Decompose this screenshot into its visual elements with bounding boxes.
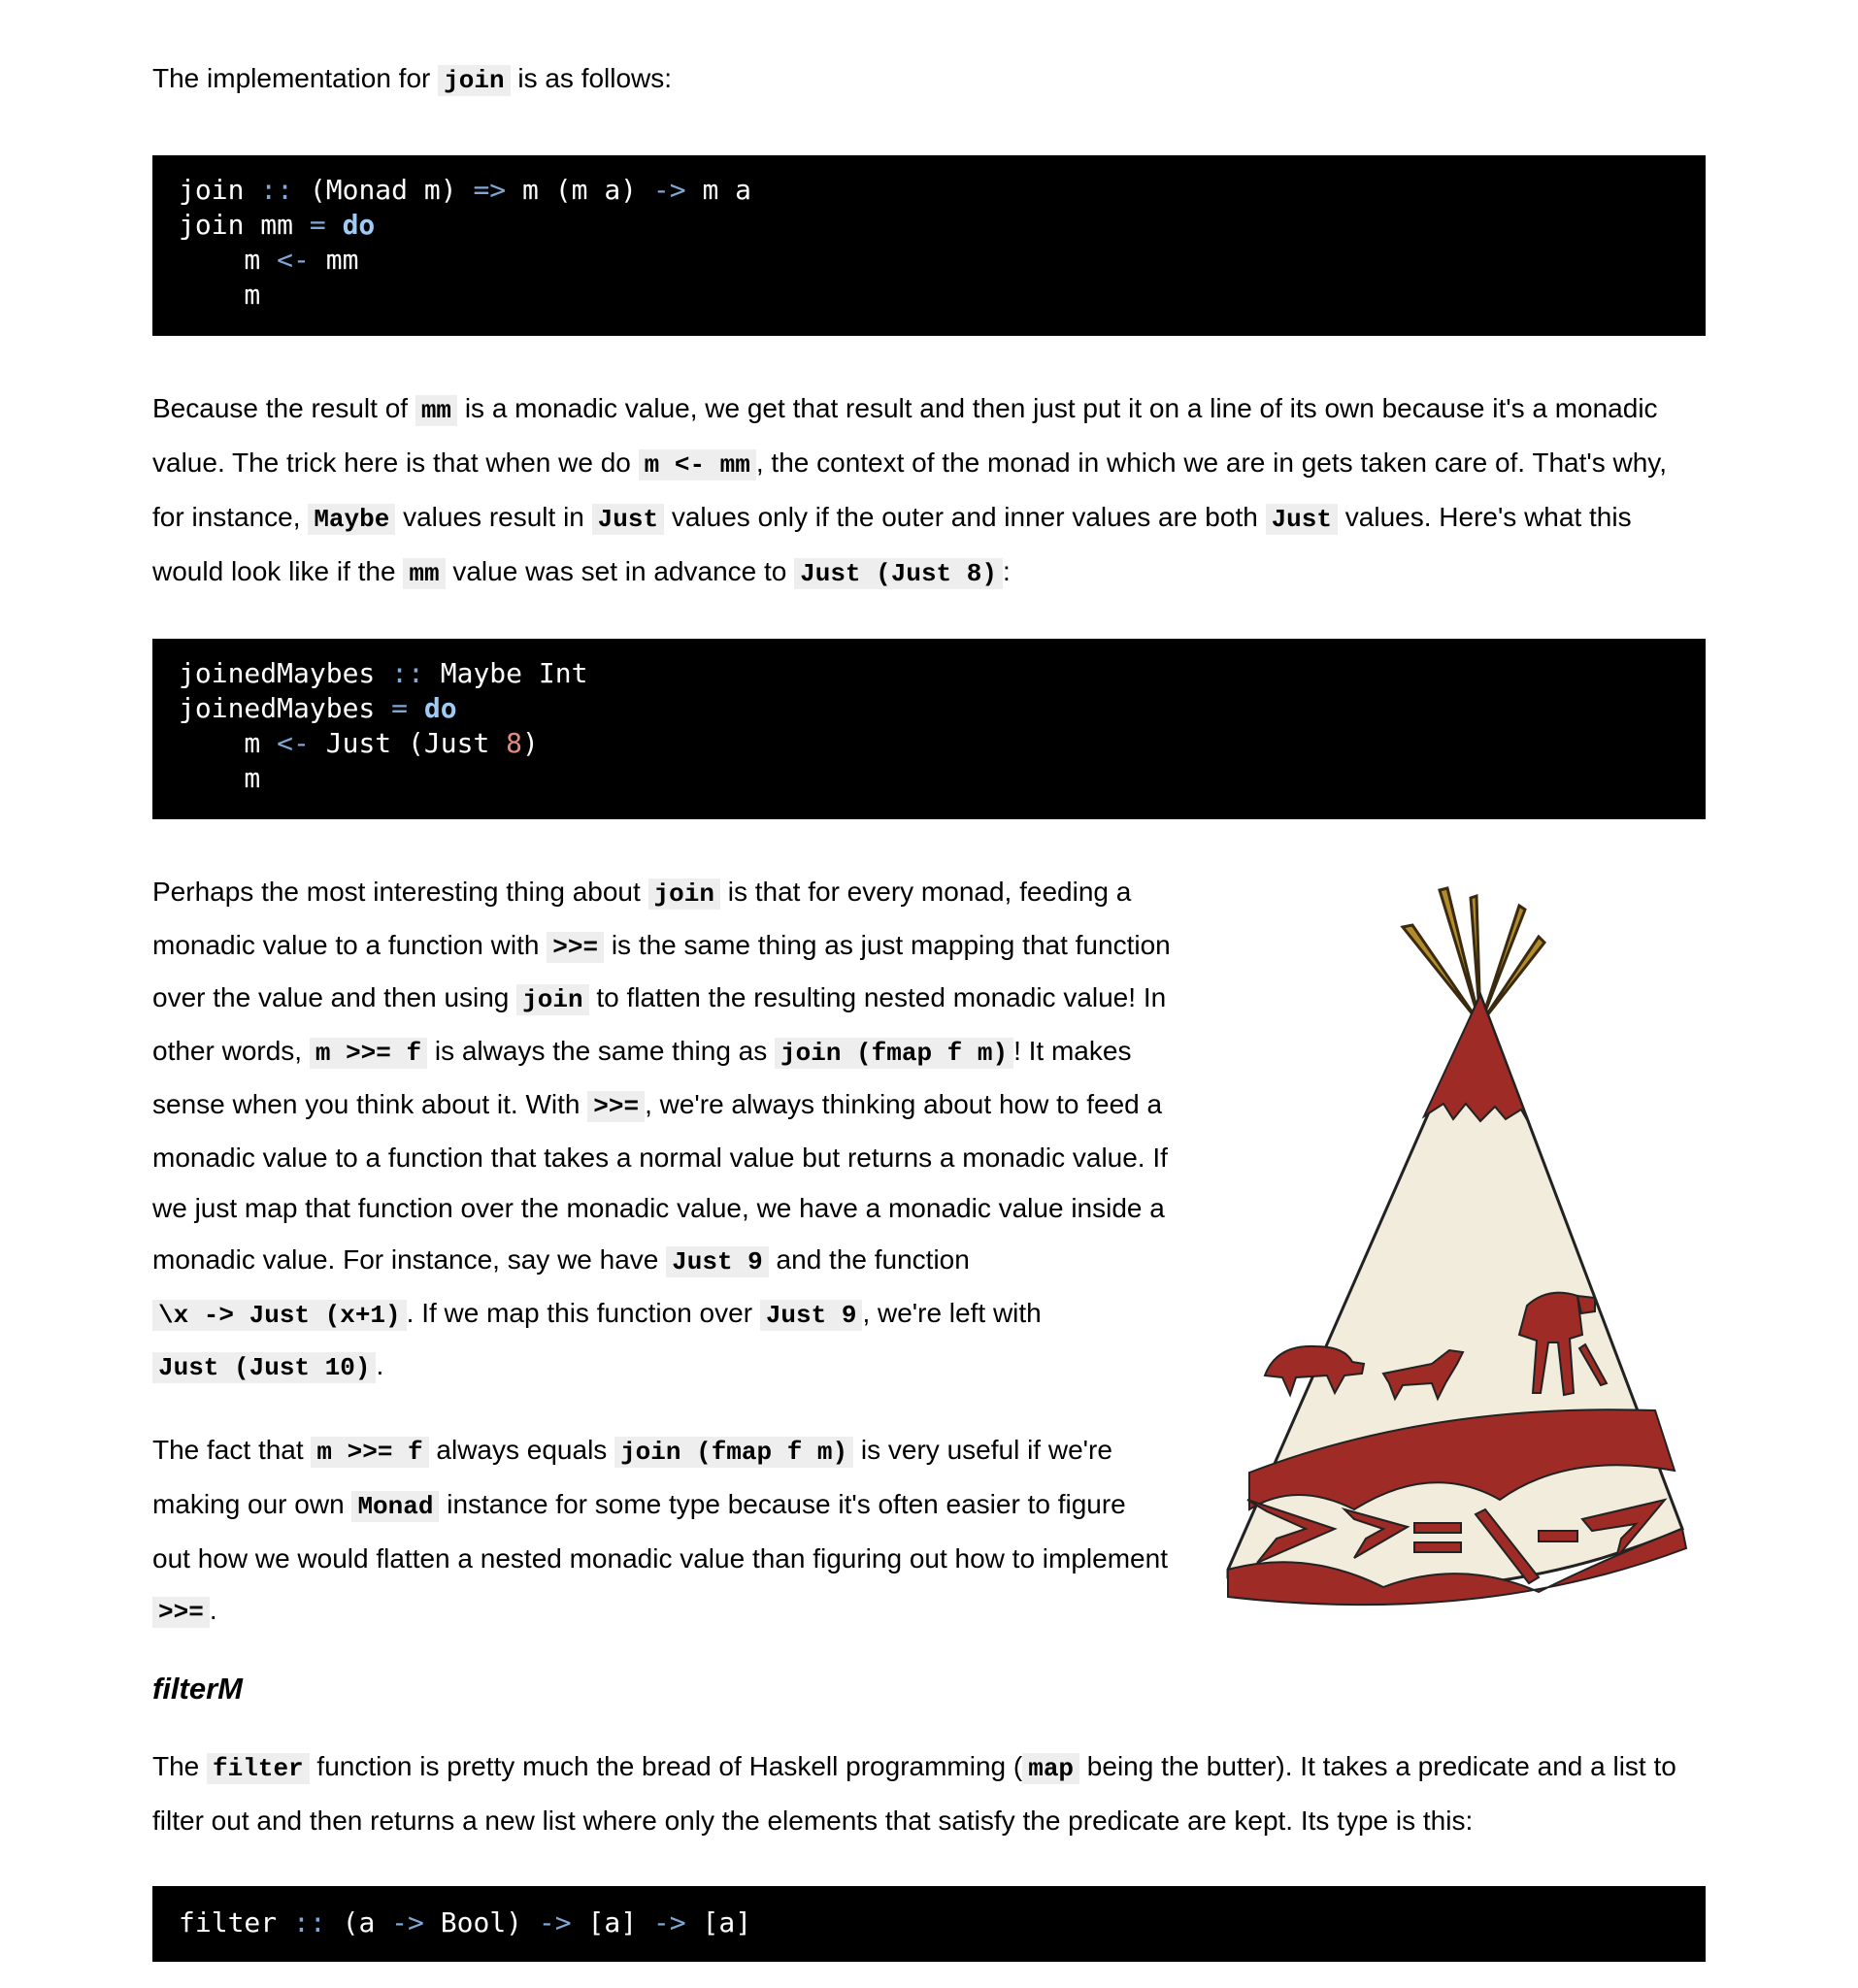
paragraph-filter: The filter function is pretty much the b… <box>152 1751 1676 1836</box>
inline-code: Just <box>591 504 665 535</box>
intro-paragraph: The implementation for join is as follow… <box>152 52 1706 107</box>
text: is as follows: <box>510 63 673 93</box>
inline-code: m >>= f <box>309 1038 428 1070</box>
inline-code: Just 9 <box>666 1245 769 1277</box>
inline-code: m <- mm <box>638 449 756 480</box>
section-heading-filterm: filterM <box>152 1672 243 1706</box>
inline-code: join <box>516 984 589 1016</box>
inline-code: Just (Just 8) <box>794 558 1003 589</box>
inline-code: mm <box>415 395 458 426</box>
inline-code: >>= <box>547 931 605 963</box>
inline-code: filter <box>207 1753 310 1784</box>
inline-code: Just 9 <box>759 1299 863 1331</box>
code-block-joined-maybes: joinedMaybes :: Maybe Int joinedMaybes =… <box>152 639 1706 819</box>
inline-code-join: join <box>438 65 511 96</box>
inline-code: Maybe <box>308 504 396 535</box>
paragraph-join-flatten: Perhaps the most interesting thing about… <box>152 877 1171 1384</box>
inline-code: m >>= f <box>311 1437 429 1468</box>
inline-code: Just <box>1265 504 1338 535</box>
paragraph-result-of-mm: Because the result of mm is a monadic va… <box>152 393 1668 589</box>
paragraph-fact-that: The fact that m >>= f always equals join… <box>152 1435 1168 1628</box>
code-block-join: join :: (Monad m) => m (m a) -> m a join… <box>152 155 1706 336</box>
inline-code: mm <box>403 558 446 589</box>
inline-code: join (fmap f m) <box>775 1038 1014 1070</box>
inline-code: join (fmap f m) <box>614 1437 854 1468</box>
inline-code: \x -> Just (x+1) <box>152 1299 407 1331</box>
inline-code: Just (Just 10) <box>152 1352 377 1384</box>
inline-code: Monad <box>351 1491 440 1522</box>
inline-code: map <box>1022 1753 1080 1784</box>
code-block-filter-type: filter :: (a -> Bool) -> [a] -> [a] <box>152 1886 1706 1962</box>
inline-code: >>= <box>587 1090 646 1122</box>
text: The implementation for <box>152 63 439 93</box>
inline-code: >>= <box>152 1597 210 1628</box>
inline-code: join <box>647 878 720 910</box>
teepee-icon <box>1226 886 1688 1607</box>
